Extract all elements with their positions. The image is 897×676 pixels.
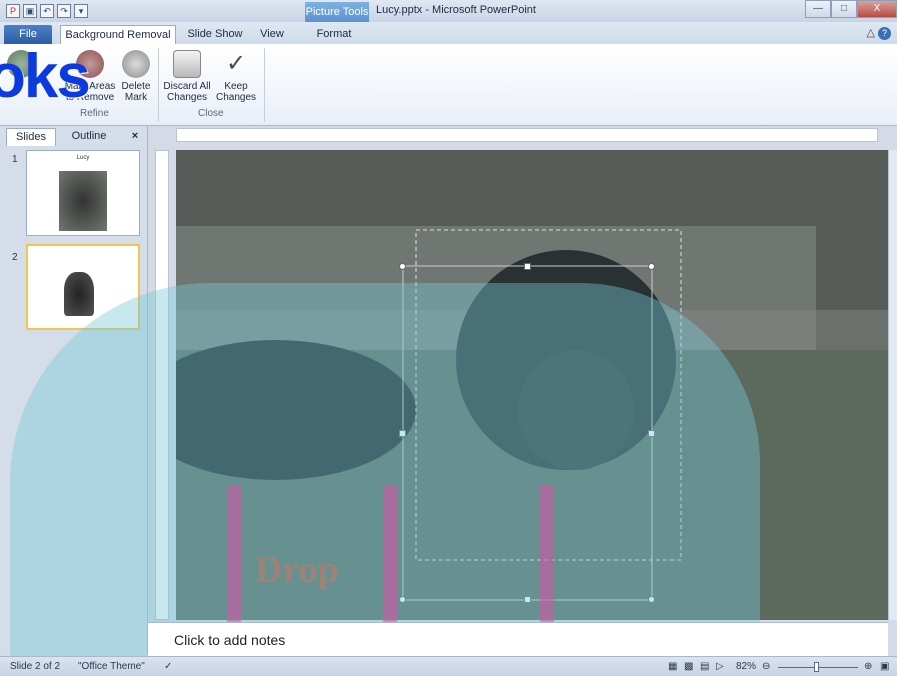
discard-icon [173, 50, 201, 78]
help-icon[interactable]: ? [878, 27, 891, 40]
close-panel-icon[interactable]: × [126, 128, 144, 146]
window-controls: — □ X [805, 0, 897, 18]
discard-changes-button[interactable]: Discard All Changes [162, 50, 212, 103]
app-icon[interactable]: P [6, 4, 20, 18]
resize-handle[interactable] [648, 430, 655, 437]
save-icon[interactable]: ▣ [23, 4, 37, 18]
reading-view-icon[interactable]: ▤ [700, 661, 709, 672]
slide-thumbnail-1[interactable]: Lucy [26, 150, 140, 236]
ribbon: Mark Areas to Remove Delete Mark Refine … [0, 44, 897, 126]
slide-number: 1 [12, 154, 18, 165]
horizontal-ruler[interactable] [176, 128, 878, 142]
quick-access-toolbar: P ▣ ↶ ↷ ▾ [0, 4, 88, 18]
checkmark-icon: ✓ [225, 50, 247, 77]
slide-canvas[interactable] [176, 150, 888, 620]
minimize-button[interactable]: — [805, 0, 831, 18]
undo-icon[interactable]: ↶ [40, 4, 54, 18]
theme-name[interactable]: "Office Theme" [78, 661, 145, 672]
group-separator [158, 48, 159, 122]
slide-indicator: Slide 2 of 2 [10, 661, 61, 672]
delete-mark-button[interactable]: Delete Mark [118, 50, 154, 103]
vertical-ruler[interactable] [155, 150, 169, 620]
status-bar: Slide 2 of 2 "Office Theme" ✓ ▦ ▩ ▤ ▷ 82… [0, 656, 897, 676]
zoom-level[interactable]: 82% [736, 661, 756, 672]
group-close-label: Close [198, 108, 224, 119]
redo-icon[interactable]: ↷ [57, 4, 71, 18]
group-separator [264, 48, 265, 122]
picture-tools-context: Picture Tools [305, 2, 369, 22]
slides-panel: Slides Outline × 1 Lucy 2 [0, 126, 148, 654]
resize-handle[interactable] [524, 263, 531, 270]
slide-sorter-icon[interactable]: ▩ [684, 661, 693, 672]
close-button[interactable]: X [857, 0, 897, 18]
overlay-text: oks [0, 42, 91, 111]
slide-thumb-title: Lucy [76, 155, 90, 161]
tab-view[interactable]: View [252, 25, 292, 44]
vertical-scrollbar[interactable] [888, 150, 897, 620]
zoom-in-icon[interactable]: ⊕ [864, 661, 872, 672]
panel-tabs: Slides Outline × [0, 126, 147, 146]
slide-photo [176, 150, 888, 620]
spellcheck-icon[interactable]: ✓ [164, 661, 172, 672]
notes-pane[interactable]: Click to add notes [148, 622, 888, 656]
help-icons: △ ? [866, 26, 891, 40]
resize-handle[interactable] [399, 596, 406, 603]
maximize-button[interactable]: □ [831, 0, 857, 18]
delete-mark-icon [122, 50, 150, 78]
resize-handle[interactable] [648, 263, 655, 270]
window-title: Lucy.pptx - Microsoft PowerPoint [376, 4, 536, 16]
tab-slide-show[interactable]: Slide Show [184, 25, 246, 44]
ribbon-tabs: File Background Removal Slide Show View … [0, 22, 897, 44]
minimize-ribbon-icon[interactable]: △ [866, 27, 874, 39]
resize-handle[interactable] [399, 430, 406, 437]
dog-thumbnail-image [64, 272, 94, 316]
resize-handle[interactable] [524, 596, 531, 603]
dog-thumbnail-image [59, 171, 107, 231]
notes-placeholder[interactable]: Click to add notes [174, 632, 285, 648]
slide-number: 2 [12, 252, 18, 263]
tab-slides[interactable]: Slides [6, 128, 56, 146]
zoom-thumb[interactable] [814, 662, 819, 672]
resize-handle[interactable] [648, 596, 655, 603]
keep-changes-button[interactable]: ✓ Keep Changes [212, 50, 260, 103]
fit-slide-icon[interactable]: ▣ [880, 661, 889, 672]
customize-icon[interactable]: ▾ [74, 4, 88, 18]
title-bar: P ▣ ↶ ↷ ▾ Picture Tools Lucy.pptx - Micr… [0, 0, 897, 22]
normal-view-icon[interactable]: ▦ [668, 661, 677, 672]
slideshow-view-icon[interactable]: ▷ [716, 661, 724, 672]
tab-format[interactable]: Format [308, 25, 360, 44]
zoom-out-icon[interactable]: ⊖ [762, 661, 770, 672]
tab-outline[interactable]: Outline [62, 128, 116, 146]
resize-handle[interactable] [399, 263, 406, 270]
slide-thumbnail-2[interactable] [26, 244, 140, 330]
